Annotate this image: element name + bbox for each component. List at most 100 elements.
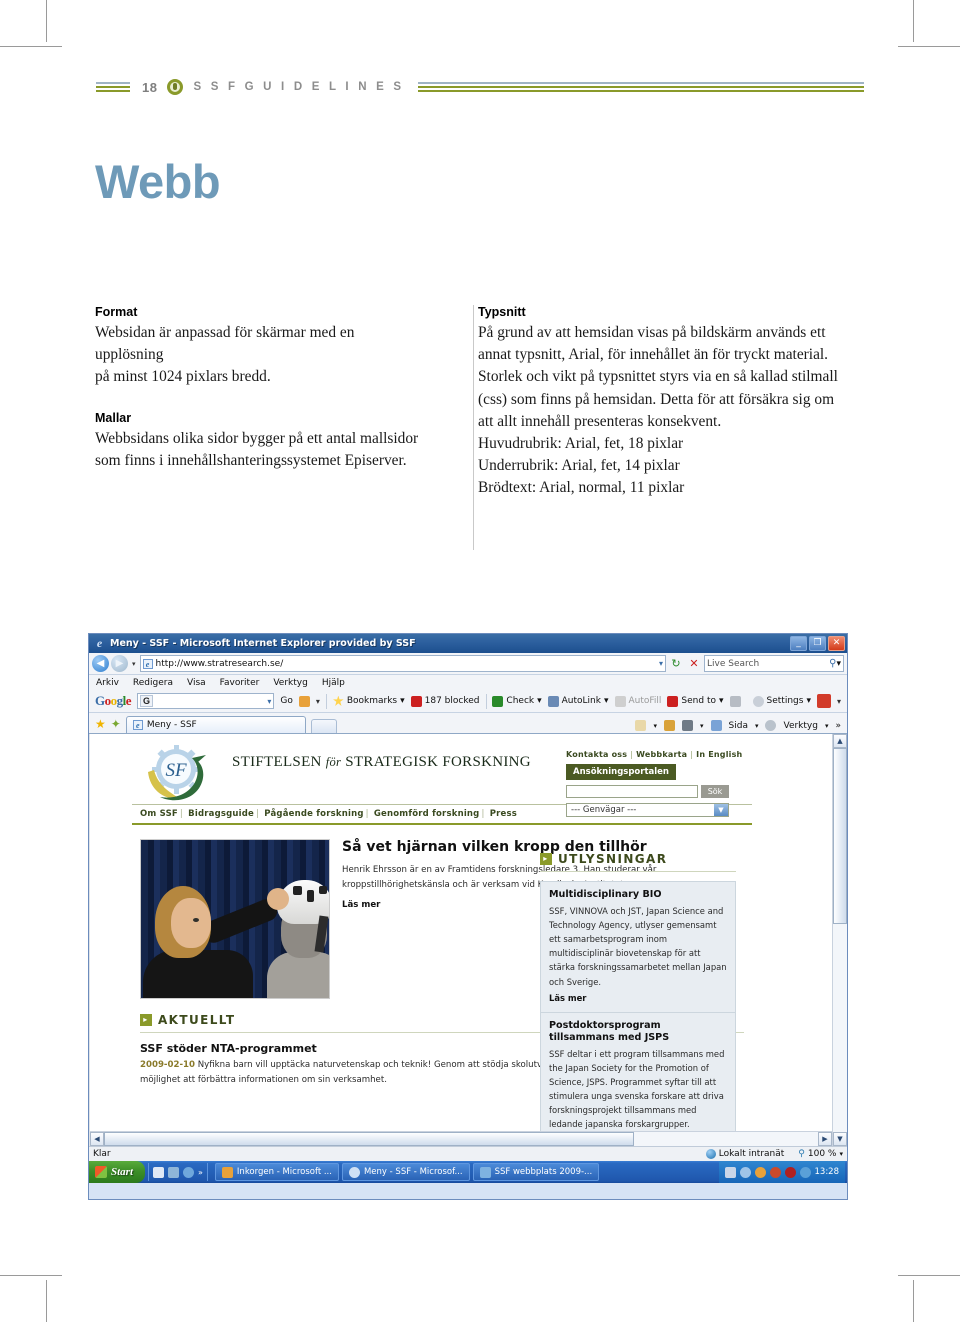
tray-volume-icon[interactable]	[799, 1166, 811, 1178]
acrobat-dropdown-icon[interactable]: ▾	[837, 697, 841, 706]
nav-press[interactable]: Press	[490, 809, 517, 819]
nav-bidragsguide[interactable]: Bidragsguide	[188, 809, 254, 819]
history-dropdown-icon[interactable]: ▾	[130, 660, 138, 668]
tray-antivirus-icon[interactable]	[769, 1166, 781, 1178]
google-search-input[interactable]: G ▾	[137, 693, 275, 709]
google-sendto-button[interactable]: Send to ▾	[667, 695, 724, 707]
taskbar-item-browser[interactable]: Meny - SSF - Microsof...	[341, 1163, 470, 1181]
menu-item-favoriter[interactable]: Favoriter	[220, 678, 260, 688]
google-highlight-icon[interactable]	[298, 695, 310, 707]
tools-button-label[interactable]: Verktyg	[783, 721, 817, 731]
vertical-scroll-thumb[interactable]	[833, 748, 847, 924]
scroll-right-button[interactable]: ▶	[818, 1132, 832, 1146]
media-player-icon[interactable]	[168, 1166, 180, 1178]
search-icon[interactable]: ⚲	[829, 658, 836, 669]
link-in-english[interactable]: In English	[696, 750, 742, 759]
zoom-chevron-down-icon[interactable]: ▾	[839, 1150, 843, 1158]
nav-genomford-forskning[interactable]: Genomförd forskning	[374, 809, 480, 819]
home-dropdown-icon[interactable]: ▾	[653, 722, 657, 730]
rss-icon[interactable]	[664, 720, 675, 731]
address-dropdown-icon[interactable]: ▾	[659, 659, 663, 668]
menu-item-hjalp[interactable]: Hjälp	[322, 678, 345, 688]
horizontal-scroll-thumb[interactable]	[104, 1132, 634, 1146]
heading-mallar: Mallar	[95, 410, 132, 425]
tray-network-icon[interactable]	[724, 1166, 736, 1178]
menu-item-arkiv[interactable]: Arkiv	[96, 678, 119, 688]
print-dropdown-icon[interactable]: ▾	[700, 722, 704, 730]
tray-messenger-icon[interactable]	[784, 1166, 796, 1178]
start-button[interactable]: Start	[89, 1161, 146, 1183]
google-autolink-button[interactable]: AutoLink ▾	[547, 695, 609, 707]
tools-gear-icon[interactable]	[765, 720, 777, 731]
site-search-button[interactable]: Sök	[701, 785, 729, 798]
browser-icon[interactable]	[183, 1166, 195, 1178]
ssf-logo-icon[interactable]: SF	[140, 742, 214, 804]
scroll-up-button[interactable]: ▲	[833, 734, 847, 748]
nav-om-ssf[interactable]: Om SSF	[140, 809, 178, 819]
scroll-left-button[interactable]: ◀	[90, 1132, 104, 1146]
google-highlight-dropdown-icon[interactable]: ▾	[316, 697, 320, 706]
close-button[interactable]: ✕	[828, 636, 845, 651]
page-button-label[interactable]: Sida	[729, 721, 748, 731]
tray-sync-icon[interactable]	[739, 1166, 751, 1178]
link-kontakta-oss[interactable]: Kontakta oss	[566, 750, 627, 759]
toolbar-overflow-icon[interactable]: »	[835, 721, 841, 731]
taskbar-item-document[interactable]: SSF webbplats 2009-...	[472, 1163, 600, 1181]
browser-search-box[interactable]: Live Search ⚲ ▾	[704, 655, 844, 672]
utlysning-read-more-link[interactable]: Läs mer	[549, 993, 727, 1003]
menu-item-visa[interactable]: Visa	[187, 678, 206, 688]
show-desktop-icon[interactable]	[153, 1166, 165, 1178]
separator: |	[690, 750, 694, 759]
minimize-button[interactable]: _	[790, 636, 807, 651]
refresh-icon[interactable]: ↻	[668, 656, 684, 672]
vertical-scrollbar[interactable]: ▲ ▼	[832, 734, 847, 1146]
tools-chevron-down-icon[interactable]: ▾	[825, 722, 829, 730]
utlysning-heading[interactable]: Multidisciplinary BIO	[549, 889, 727, 901]
home-icon[interactable]	[635, 720, 647, 731]
address-bar[interactable]: e http://www.stratresearch.se/ ▾	[139, 655, 666, 672]
menu-item-redigera[interactable]: Redigera	[133, 678, 173, 688]
stop-icon[interactable]: ✕	[686, 656, 702, 672]
shortcut-select[interactable]: --- Genvägar --- ▼	[566, 803, 729, 817]
search-dropdown-icon[interactable]: ▾	[836, 659, 841, 669]
new-tab-button[interactable]	[310, 719, 337, 733]
restore-button[interactable]: ❐	[809, 636, 826, 651]
nav-pagaende-forskning[interactable]: Pågående forskning	[264, 809, 363, 819]
scroll-down-button[interactable]: ▼	[833, 1132, 847, 1146]
google-input-dropdown-icon[interactable]: ▾	[267, 697, 271, 706]
ansokningsportalen-button[interactable]: Ansökningsportalen	[566, 764, 676, 780]
search-placeholder[interactable]: Live Search	[707, 659, 829, 669]
clock[interactable]: 13:28	[815, 1167, 840, 1177]
google-check-button[interactable]: Check ▾	[492, 695, 542, 707]
forward-icon[interactable]: ▶	[111, 655, 128, 672]
page-icon[interactable]	[710, 720, 722, 731]
security-zone[interactable]: Lokalt intranät	[705, 1149, 784, 1159]
google-blocked-counter[interactable]: 187 blocked	[410, 695, 480, 707]
tray-power-icon[interactable]	[754, 1166, 766, 1178]
zoom-control[interactable]: ⚲ 100 % ▾	[790, 1149, 843, 1159]
taskbar-item-outlook[interactable]: Inkorgen - Microsoft ...	[214, 1163, 339, 1181]
favorites-star-icon[interactable]: ★	[95, 715, 106, 733]
google-go-button[interactable]: Go	[280, 696, 292, 706]
google-settings-button[interactable]: Settings ▾	[752, 695, 811, 707]
add-favorites-icon[interactable]: ✦	[111, 715, 121, 733]
site-search-input[interactable]	[566, 785, 698, 798]
address-url[interactable]: http://www.stratresearch.se/	[156, 659, 656, 669]
page-chevron-down-icon[interactable]: ▾	[755, 722, 759, 730]
vertical-scroll-track[interactable]	[833, 748, 847, 1132]
print-icon[interactable]	[682, 720, 693, 731]
chevron-down-icon[interactable]: ▼	[714, 804, 728, 816]
tab-meny-ssf[interactable]: e Meny - SSF	[125, 716, 306, 733]
menu-item-verktyg[interactable]: Verktyg	[273, 678, 307, 688]
google-bookmarks-button[interactable]: Bookmarks ▾	[333, 695, 405, 707]
paperclip-icon[interactable]	[729, 695, 741, 707]
link-webbkarta[interactable]: Webbkarta	[636, 750, 687, 759]
rule-right	[418, 81, 864, 93]
back-icon[interactable]: ◀	[92, 655, 109, 672]
horizontal-scroll-track[interactable]	[104, 1132, 818, 1146]
task-label: Meny - SSF - Microsof...	[363, 1167, 463, 1177]
utlysning-heading[interactable]: Postdoktorsprogram tillsammans med JSPS	[549, 1020, 727, 1044]
acrobat-icon[interactable]	[816, 694, 831, 708]
quick-launch-overflow-icon[interactable]: »	[198, 1168, 203, 1177]
horizontal-scrollbar[interactable]: ◀ ▶	[90, 1131, 832, 1146]
